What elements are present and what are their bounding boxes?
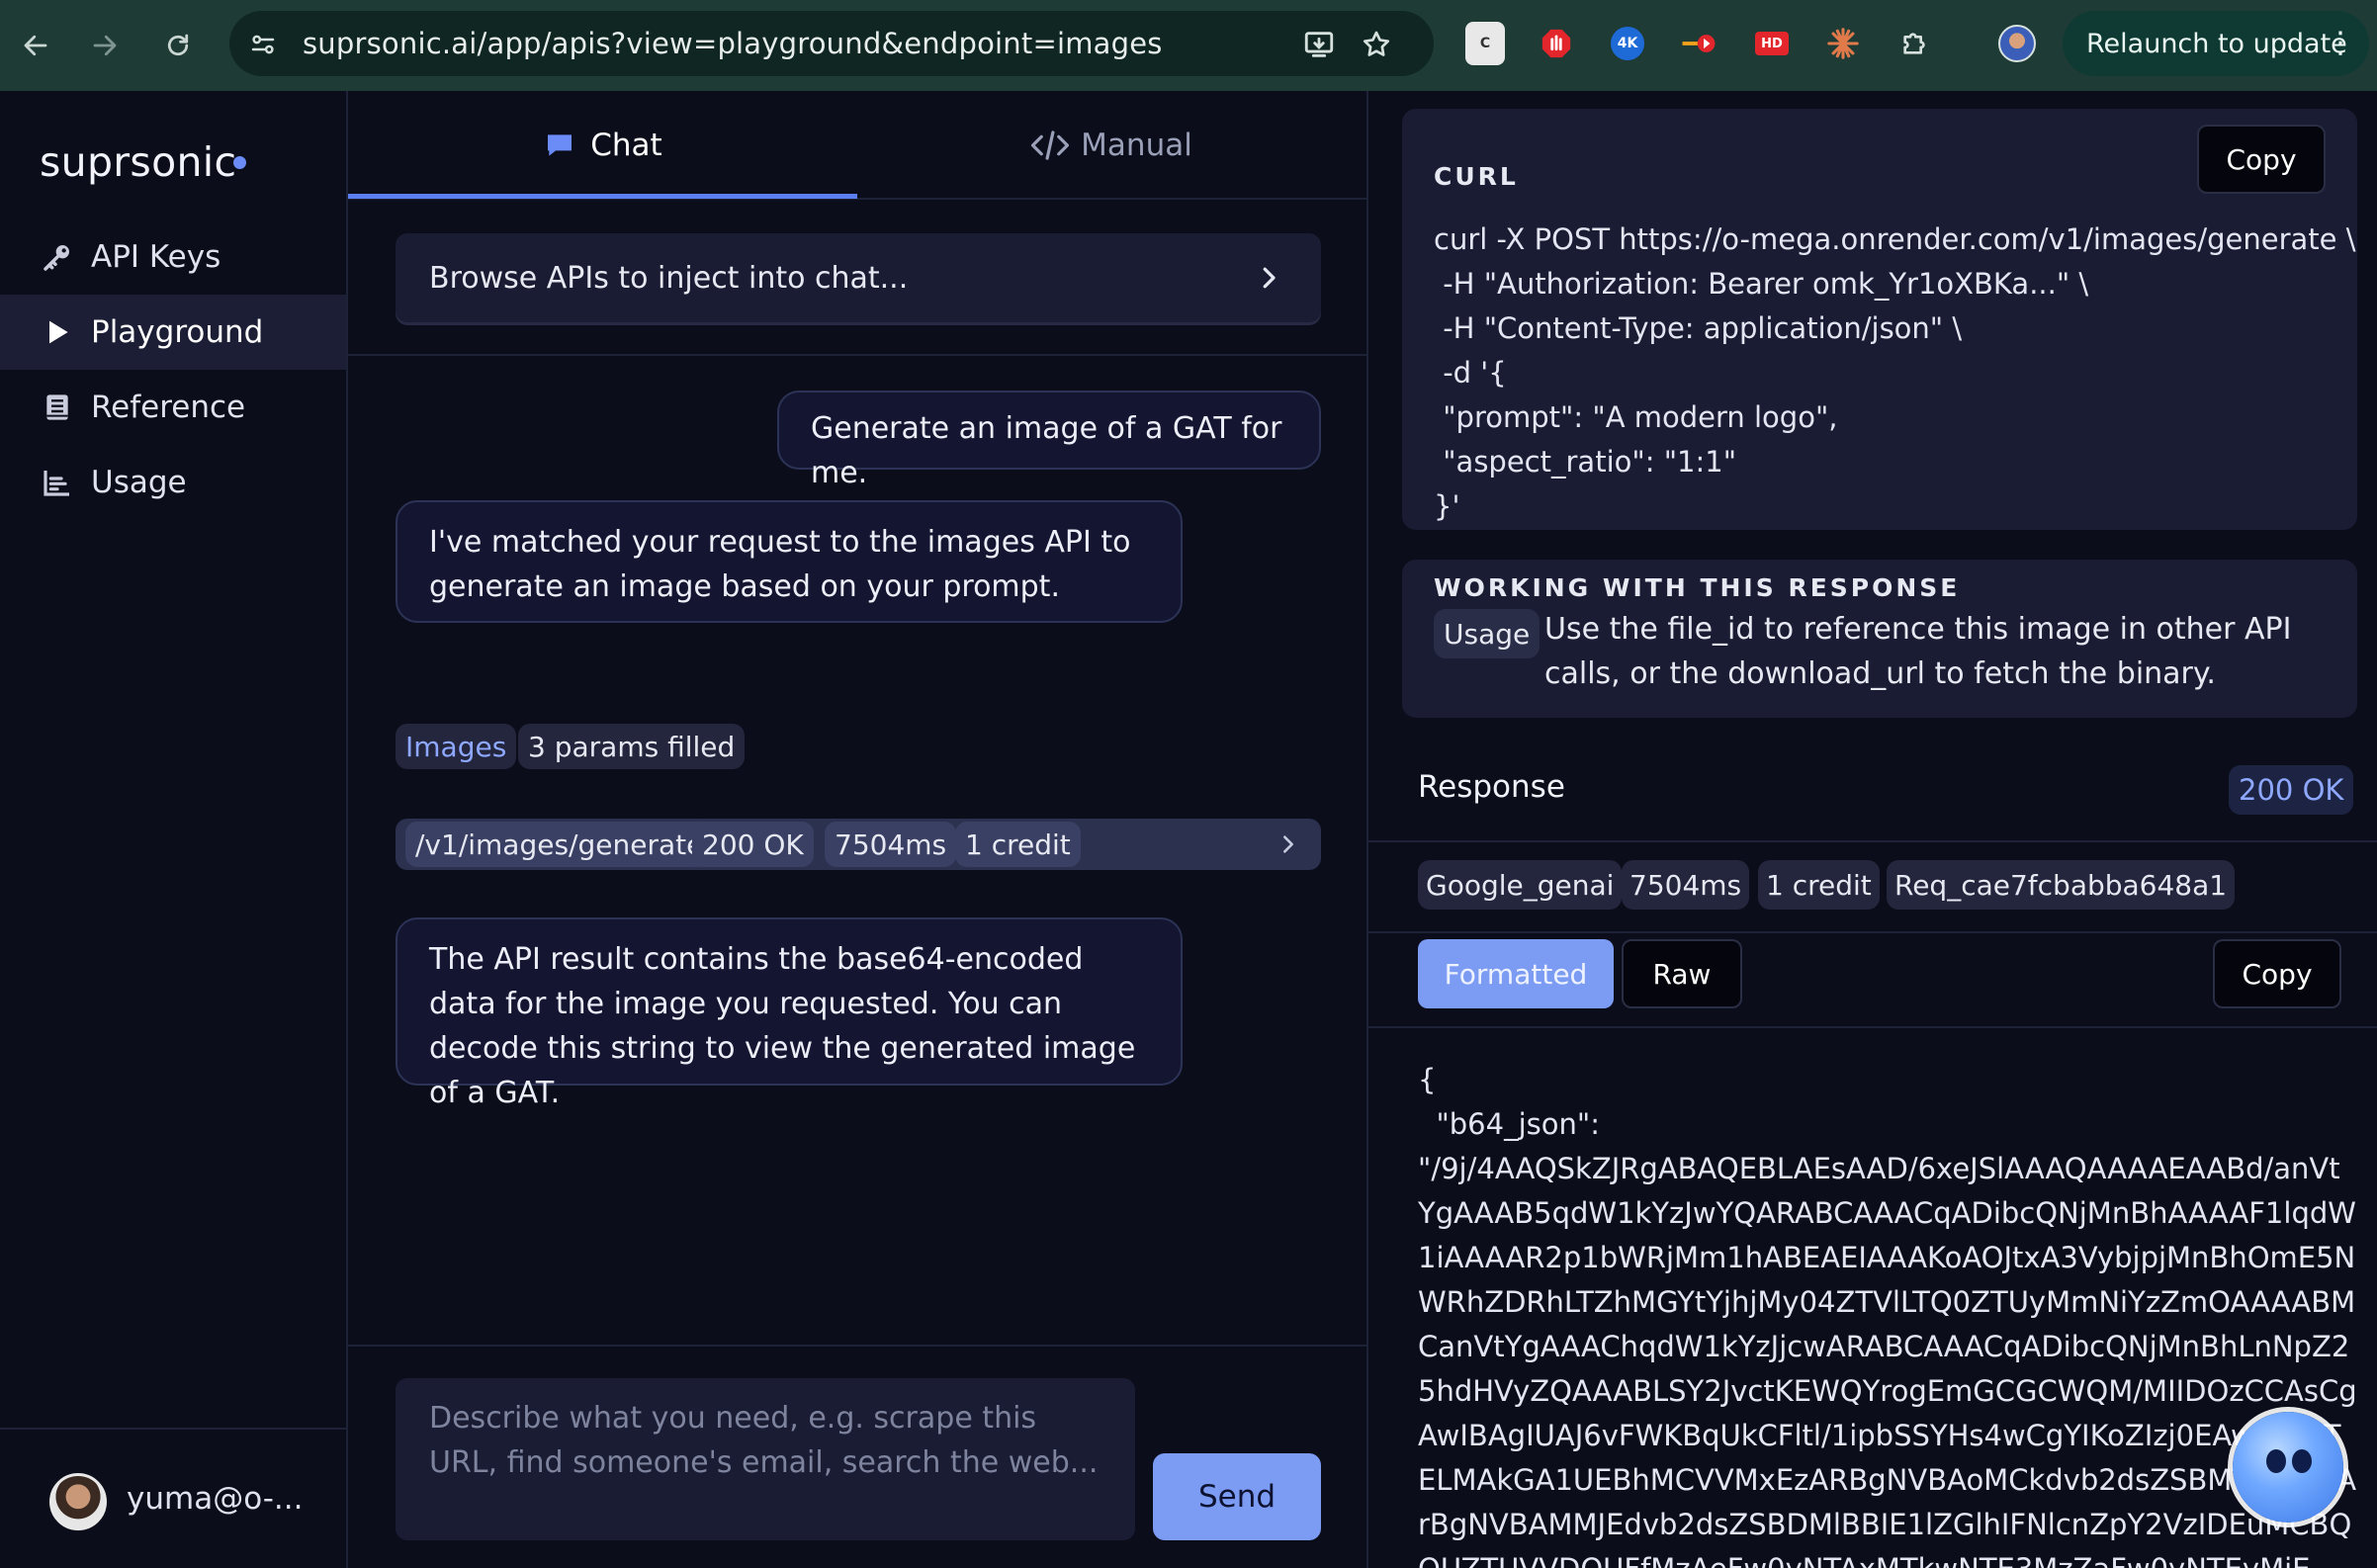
- brand-logo[interactable]: suprsonic: [40, 138, 236, 186]
- formatted-view-button[interactable]: Formatted: [1418, 939, 1614, 1008]
- profile-avatar-icon[interactable]: [1997, 22, 2037, 65]
- code-line: "prompt": "A modern logo",: [1434, 400, 1838, 434]
- browser-toolbar: suprsonic.ai/app/apis?view=playground&en…: [0, 0, 2377, 91]
- code-line: "aspect_ratio": "1:1": [1434, 445, 1737, 479]
- extension-hd-icon[interactable]: HD: [1752, 22, 1792, 65]
- site-settings-icon[interactable]: [243, 25, 283, 64]
- code-line: -H "Content-Type: application/json" \: [1434, 311, 1963, 345]
- assistant-message: I've matched your request to the images …: [396, 500, 1183, 623]
- copy-response-button[interactable]: Copy: [2213, 939, 2341, 1008]
- sidebar-item-reference[interactable]: Reference: [0, 370, 346, 445]
- code-line: curl -X POST https://o-mega.onrender.com…: [1434, 222, 2356, 256]
- working-title: WORKING WITH THIS RESPONSE: [1434, 573, 1961, 602]
- relaunch-button[interactable]: Relaunch to update ⋮: [2063, 11, 2369, 76]
- key-icon: [42, 241, 73, 273]
- install-app-icon[interactable]: [1299, 25, 1339, 64]
- response-status-badge: 200 OK: [2229, 765, 2354, 815]
- chevron-right-icon: [1263, 267, 1276, 289]
- brand-dot: [233, 156, 246, 169]
- latency-badge: 7504ms: [1622, 860, 1750, 910]
- working-with-response-card: WORKING WITH THIS RESPONSE Usage Use the…: [1402, 560, 2357, 718]
- sidebar-item-usage[interactable]: Usage: [0, 445, 346, 520]
- launcher-eye: [2266, 1449, 2286, 1473]
- chat-tabs: Chat Manual: [348, 91, 1366, 200]
- url-text[interactable]: suprsonic.ai/app/apis?view=playground&en…: [303, 27, 1163, 60]
- chat-bubble-icon: [548, 134, 572, 156]
- user-message: Generate an image of a GAT for me.: [777, 391, 1321, 490]
- back-icon[interactable]: [12, 22, 59, 69]
- tab-label: Chat: [590, 128, 662, 163]
- endpoint-chip: /v1/images/generate: [405, 822, 714, 867]
- sidebar-item-playground[interactable]: Playground: [0, 295, 346, 370]
- response-json[interactable]: { "b64_json": "/9j/4AAQSkZJRgABAQEBLAEsA…: [1418, 1058, 2357, 1568]
- sidebar-item-label: Usage: [91, 465, 187, 500]
- sidebar-item-label: Playground: [91, 314, 264, 350]
- avatar[interactable]: [49, 1473, 107, 1530]
- credits-badge: 1 credit: [1758, 860, 1880, 910]
- prompt-input[interactable]: Describe what you need, e.g. scrape this…: [396, 1378, 1135, 1540]
- chat-divider: [348, 354, 1366, 356]
- provider-badge: Google_genai: [1418, 860, 1623, 910]
- api-chip[interactable]: Images: [396, 724, 517, 769]
- extension-claude-icon[interactable]: [1823, 22, 1863, 65]
- tab-label: Manual: [1081, 128, 1192, 163]
- curl-title: CURL: [1434, 162, 1519, 191]
- input-divider: [348, 1345, 1366, 1347]
- assistant-message: The API result contains the base64-encod…: [396, 917, 1183, 1110]
- response-panel: CURL Copy curl -X POST https://o-mega.on…: [1368, 91, 2377, 1568]
- send-button[interactable]: Send: [1153, 1453, 1321, 1540]
- browse-apis-label: Browse APIs to inject into chat...: [429, 260, 909, 296]
- api-call-row[interactable]: /v1/images/generate 200 OK 7504ms 1 cred…: [396, 819, 1321, 870]
- sidebar-item-label: API Keys: [91, 239, 221, 275]
- response-label: Response: [1418, 769, 1565, 805]
- address-bar[interactable]: suprsonic.ai/app/apis?view=playground&en…: [229, 11, 1434, 76]
- code-icon: [1031, 131, 1070, 160]
- curl-card: CURL Copy curl -X POST https://o-mega.on…: [1402, 109, 2357, 530]
- extension-stop-hand-icon[interactable]: [1537, 22, 1576, 65]
- extensions-puzzle-icon[interactable]: [1894, 22, 1934, 65]
- browse-apis-button[interactable]: Browse APIs to inject into chat...: [396, 233, 1321, 322]
- response-divider: [1368, 840, 2377, 842]
- launcher-eye: [2292, 1449, 2312, 1473]
- code-line: -d '{: [1434, 356, 1507, 390]
- bar-chart-icon: [42, 467, 73, 498]
- copy-curl-button[interactable]: Copy: [2197, 125, 2326, 194]
- relaunch-label: Relaunch to update: [2086, 28, 2347, 59]
- extension-c-icon[interactable]: C: [1465, 22, 1505, 65]
- response-divider: [1368, 1026, 2377, 1028]
- user-email[interactable]: yuma@o-...: [127, 1481, 303, 1517]
- sidebar-divider: [0, 1428, 346, 1430]
- forward-icon[interactable]: [81, 22, 129, 69]
- reload-icon[interactable]: [154, 22, 202, 69]
- chevron-right-icon: [1283, 835, 1293, 853]
- credits-badge: 1 credit: [955, 822, 1081, 867]
- bookmark-star-icon[interactable]: [1357, 25, 1396, 64]
- latency-badge: 7504ms: [825, 822, 957, 867]
- tab-manual[interactable]: Manual: [857, 91, 1366, 200]
- active-tab-indicator: [348, 194, 857, 199]
- more-menu-icon[interactable]: ⋮: [2326, 25, 2355, 62]
- code-line: -H "Authorization: Bearer omk_Yr1oXBKa..…: [1434, 267, 2089, 301]
- params-chip: 3 params filled: [518, 724, 746, 769]
- book-icon: [42, 392, 73, 423]
- play-icon: [42, 316, 73, 348]
- extension-speed-icon[interactable]: [1679, 22, 1718, 65]
- code-line: }': [1434, 489, 1460, 523]
- extension-4k-icon[interactable]: 4K: [1608, 22, 1647, 65]
- status-badge: 200 OK: [692, 822, 814, 867]
- sidebar-item-label: Reference: [91, 390, 246, 425]
- sidebar: suprsonic API Keys Playground Reference …: [0, 91, 348, 1568]
- sidebar-item-api-keys[interactable]: API Keys: [0, 219, 346, 295]
- raw-view-button[interactable]: Raw: [1622, 939, 1742, 1008]
- usage-chip: Usage: [1434, 609, 1541, 658]
- request-id-badge[interactable]: Req_cae7fcbabba648a1: [1887, 860, 2236, 910]
- chat-column: Chat Manual Browse APIs to inject into c…: [348, 91, 1368, 1568]
- tab-chat[interactable]: Chat: [348, 91, 857, 200]
- chat-assistant-launcher-icon[interactable]: [2233, 1412, 2343, 1523]
- response-divider: [1368, 931, 2377, 933]
- curl-code[interactable]: curl -X POST https://o-mega.onrender.com…: [1434, 218, 2356, 529]
- usage-text: Use the file_id to reference this image …: [1544, 612, 2292, 691]
